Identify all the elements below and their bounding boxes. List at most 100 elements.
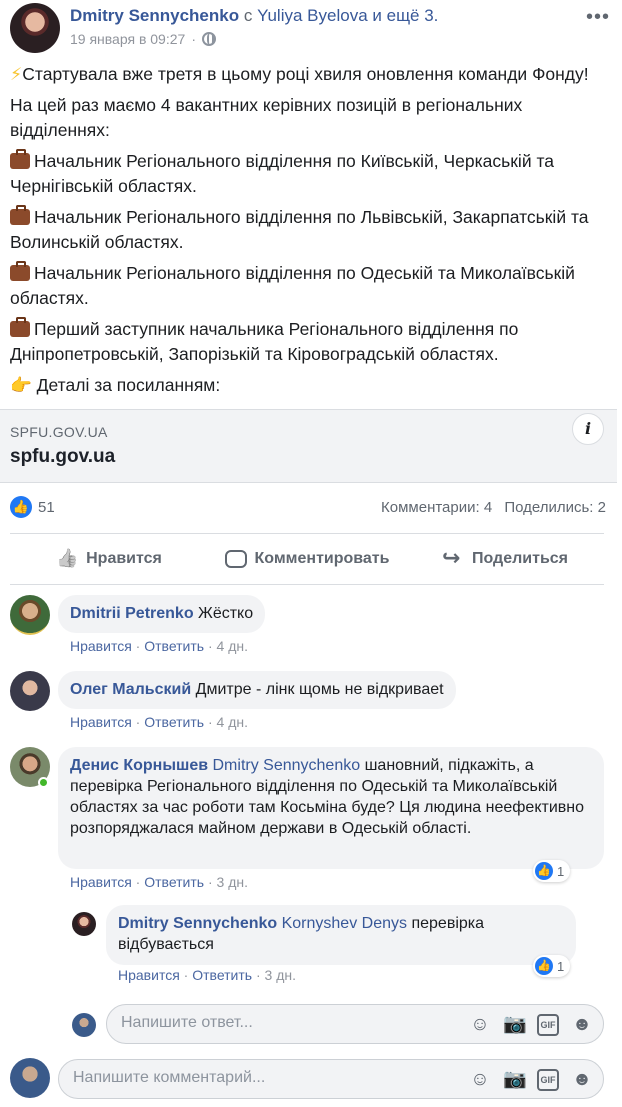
sticker-icon[interactable]: ☻ [571,1014,593,1036]
post-paragraph: Начальник Регіонального відділення по Ки… [10,149,555,196]
globe-icon[interactable] [201,32,216,46]
reaction-count: 1 [557,863,565,879]
author-name[interactable]: Dmitry Sennychenko [70,6,239,25]
reply-item: Dmitry Sennychenko Kornyshev Denys перев… [0,904,622,988]
briefcase-emoji-icon [10,149,30,169]
gif-icon[interactable]: GIF [537,1014,559,1036]
comment-item: Dmitrii Petrenko Жёстко Нравится · Ответ… [0,592,622,662]
reply-reply-link[interactable]: Ответить [192,967,252,983]
lightning-emoji-icon: ⚡ [10,64,23,84]
online-status-icon [38,777,49,788]
comments-count[interactable]: Комментарии: 4 [381,499,492,516]
commenter-name[interactable]: Dmitry Sennychenko [118,915,277,932]
comment-item: Олег Мальский Дмитре - лінк щомь не відк… [0,668,622,738]
info-icon[interactable]: i [572,413,604,445]
comment-text: Дмитре - лінк щомь не відкриваеt [195,681,444,698]
composer-icons: ☺ 📷 GIF ☻ [469,1014,593,1036]
comment-bubble: Денис Корнышев Dmitry Sennychenko шановн… [58,747,604,869]
link-title[interactable]: spfu.gov.ua [10,446,115,468]
comment-time[interactable]: 4 дн. [217,714,248,730]
reply-time[interactable]: 3 дн. [265,967,296,983]
post-time[interactable]: 19 января в 09:27 [70,31,185,47]
dot-separator: · [191,31,196,47]
sticker-icon[interactable]: ☻ [571,1069,593,1091]
divider [10,584,604,585]
like-icon [56,548,78,570]
stats-right: Комментарии: 4 Поделились: 2 [373,499,606,516]
comment-composer[interactable]: ☺ 📷 GIF ☻ [58,1059,604,1099]
mentioned-user[interactable]: Kornyshev Denys [282,915,407,932]
share-button[interactable]: Поделиться [406,536,604,582]
comment-actions: Нравится · Ответить · 3 дн. [70,874,248,890]
reply-input[interactable] [121,1014,421,1032]
avatar[interactable] [72,912,96,936]
commenter-name[interactable]: Олег Мальский [70,681,191,698]
comment-time[interactable]: 3 дн. [217,874,248,890]
briefcase-emoji-icon [10,205,30,225]
reply-reactions[interactable]: 👍 1 [533,955,571,977]
post-paragraph: Перший заступник начальника Регіональног… [10,317,519,364]
more-icon[interactable]: ••• [586,6,610,29]
mentioned-user[interactable]: Dmitry Sennychenko [213,757,361,774]
avatar[interactable] [10,671,50,711]
comment-actions: Нравится · Ответить · 4 дн. [70,714,248,730]
commenter-name[interactable]: Денис Корнышев [70,757,208,774]
comment-text: Жёстко [198,605,254,622]
like-reaction-icon[interactable]: 👍 [10,496,32,518]
comment-like-link[interactable]: Нравится [70,874,132,890]
post-paragraph: Начальник Регіонального відділення по Ль… [10,205,589,252]
comment-time[interactable]: 4 дн. [217,638,248,654]
post-body: ⚡Стартувала вже третя в цьому році хвиля… [10,62,610,404]
composer-icons: ☺ 📷 GIF ☻ [469,1069,593,1091]
post-paragraph: На цей раз маємо 4 вакантних керівних по… [10,95,523,140]
avatar[interactable] [10,595,50,635]
author-avatar[interactable] [10,3,60,53]
link-domain: SPFU.GOV.UA [10,424,108,440]
reply-actions: Нравится · Ответить · 3 дн. [118,967,296,983]
reply-composer[interactable]: ☺ 📷 GIF ☻ [106,1004,604,1044]
link-preview[interactable]: SPFU.GOV.UA spfu.gov.ua i [0,409,617,483]
like-reaction-icon: 👍 [535,957,553,975]
tagged-user[interactable]: Yuliya Byelova [257,6,368,25]
current-user-avatar [10,1058,50,1098]
post-paragraph: 👉 Деталі за посиланням: [10,373,610,398]
reaction-count: 1 [557,958,565,974]
emoji-icon[interactable]: ☺ [469,1069,491,1091]
like-reaction-icon: 👍 [535,862,553,880]
shares-count[interactable]: Поделились: 2 [504,499,606,516]
tagged-others[interactable]: и ещё 3. [372,6,438,25]
current-user-avatar [72,1013,96,1037]
gif-icon[interactable]: GIF [537,1069,559,1091]
post-paragraph: ⚡Стартувала вже третя в цьому році хвиля… [10,62,610,87]
briefcase-emoji-icon [10,261,30,281]
like-button[interactable]: Нравится [10,536,208,582]
camera-icon[interactable]: 📷 [503,1069,527,1091]
like-count[interactable]: 51 [38,499,55,516]
comment-item: Денис Корнышев Dmitry Sennychenko шановн… [0,744,622,894]
commenter-name[interactable]: Dmitrii Petrenko [70,605,194,622]
author-line: Dmitry Sennychenko с Yuliya Byelova и ещ… [70,6,438,26]
comment-like-link[interactable]: Нравится [70,638,132,654]
comment-reactions[interactable]: 👍 1 [533,860,571,882]
comment-button[interactable]: Комментировать [208,536,406,582]
comment-input[interactable] [73,1069,373,1087]
comment-icon [224,550,247,568]
reply-like-link[interactable]: Нравится [118,967,180,983]
camera-icon[interactable]: 📷 [503,1014,527,1036]
comment-bubble: Олег Мальский Дмитре - лінк щомь не відк… [58,671,456,709]
post-header: Dmitry Sennychenko с Yuliya Byelova и ещ… [0,0,622,58]
emoji-icon[interactable]: ☺ [469,1014,491,1036]
reply-bubble: Dmitry Sennychenko Kornyshev Denys перев… [106,905,576,965]
comment-reply-link[interactable]: Ответить [144,638,204,654]
comment-reply-link[interactable]: Ответить [144,714,204,730]
post-paragraph: Начальник Регіонального відділення по Од… [10,261,575,308]
comment-reply-link[interactable]: Ответить [144,874,204,890]
comment-bubble: Dmitrii Petrenko Жёстко [58,595,266,633]
comment-like-link[interactable]: Нравится [70,714,132,730]
post-meta: 19 января в 09:27 · [70,31,216,47]
post-stats: 👍 51 Комментарии: 4 Поделились: 2 [10,496,606,520]
post-actions: Нравится Комментировать Поделиться [10,536,604,582]
divider [10,533,604,534]
briefcase-emoji-icon [10,317,30,337]
with-word: с [243,6,253,25]
